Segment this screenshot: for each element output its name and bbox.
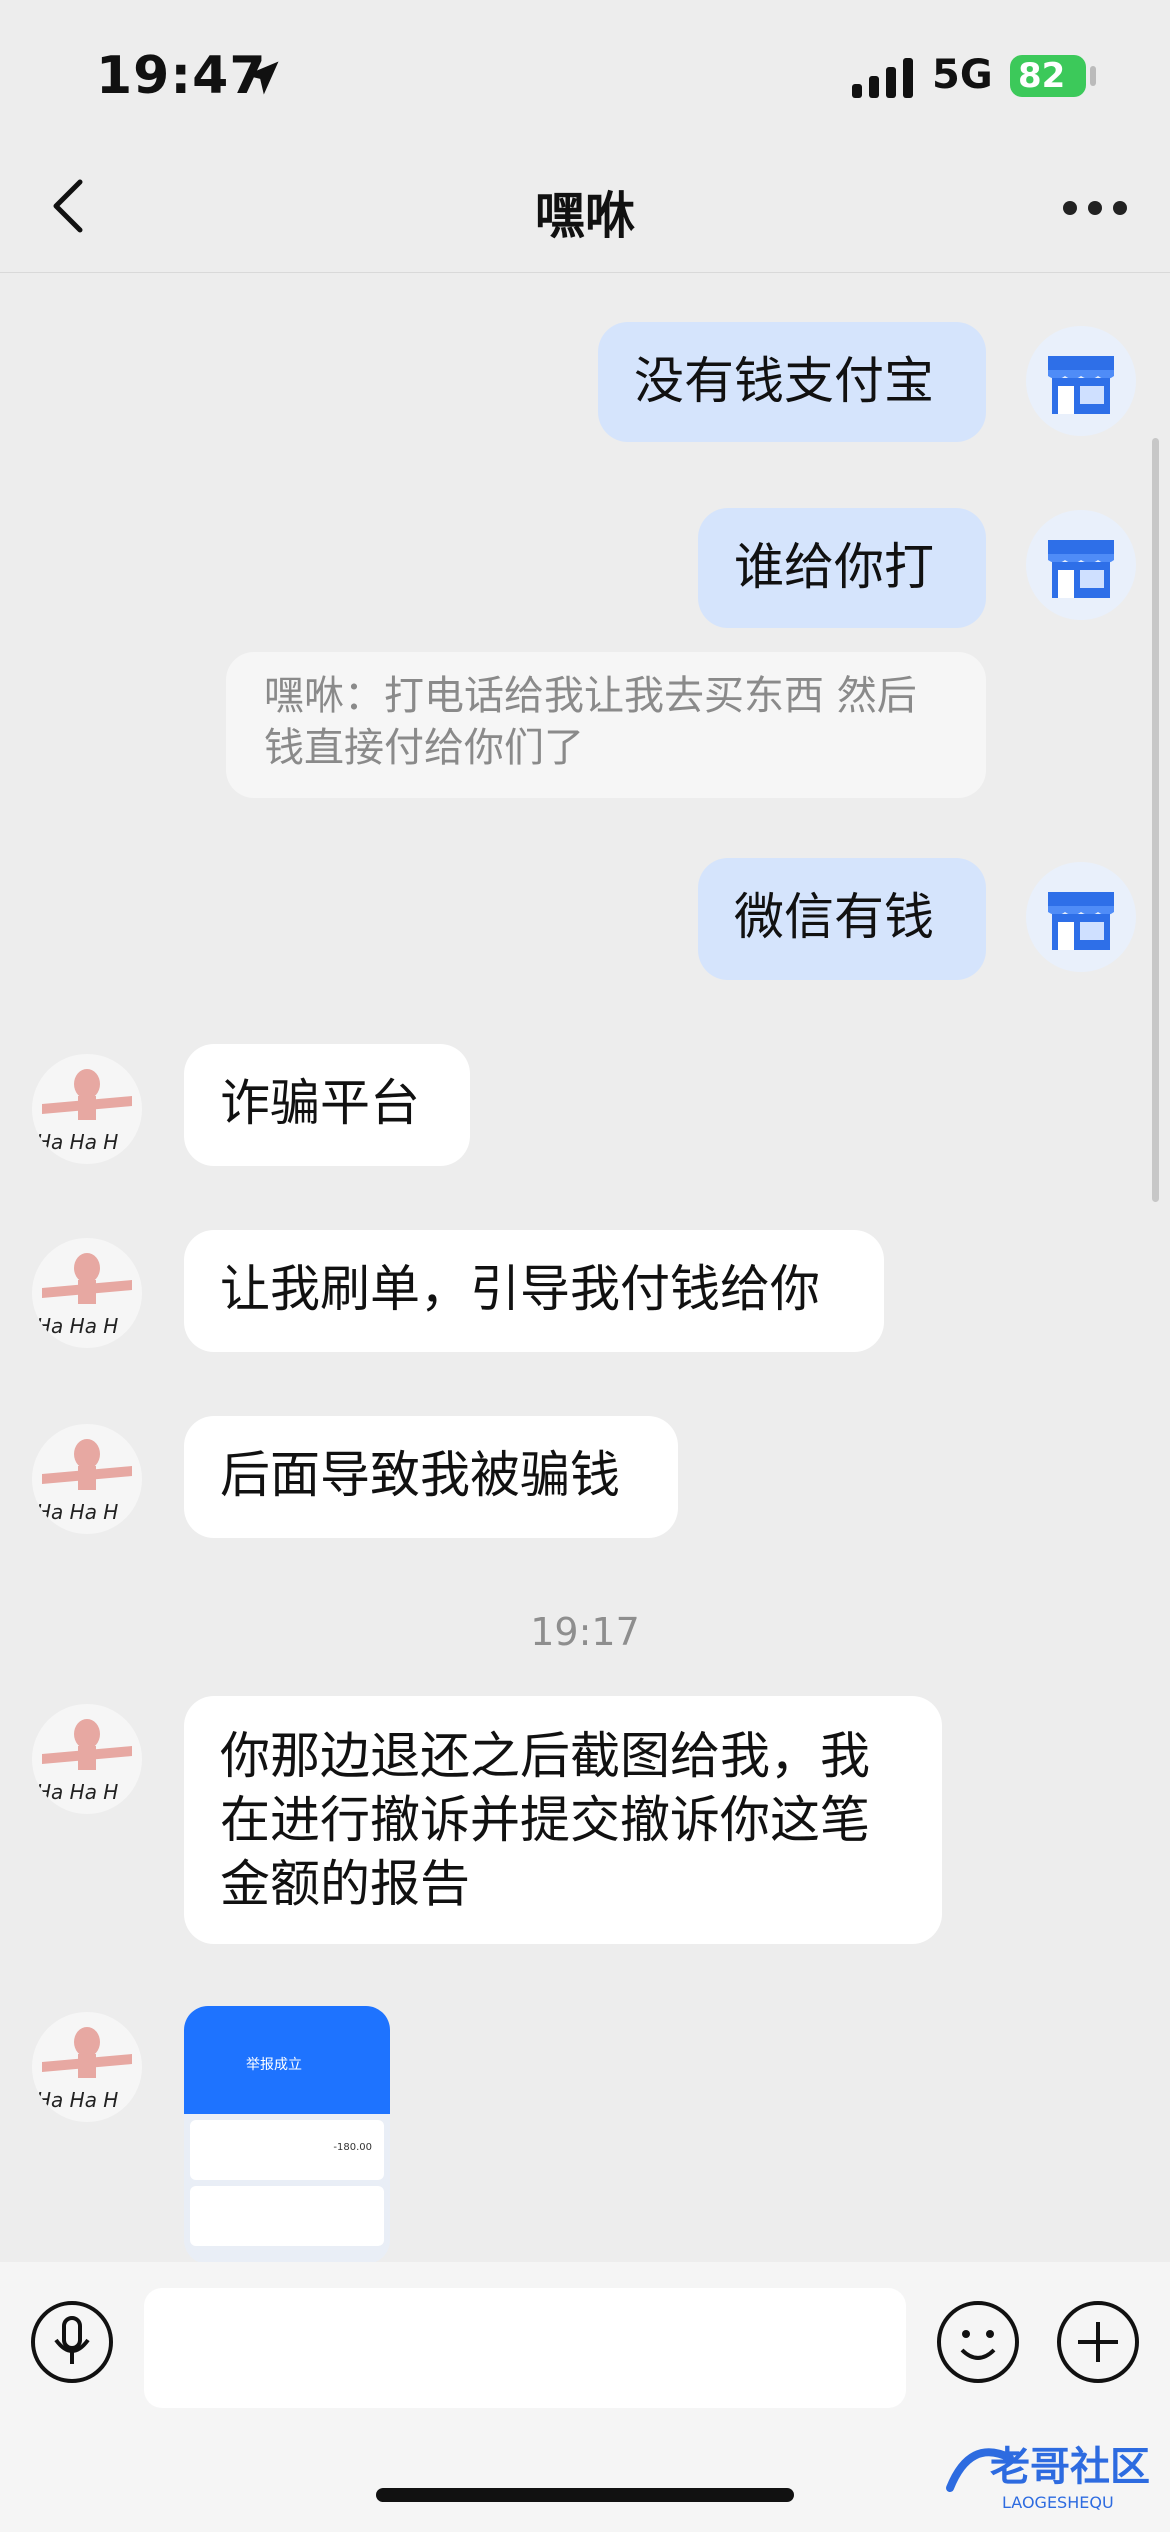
quoted-message[interactable]: 嘿咻：打电话给我让我去买东西 然后钱直接付给你们了 [226, 652, 986, 798]
watermark-logo: 老哥社区 LAOGESHEQU [946, 2444, 1150, 2512]
cartoon-avatar-icon: Ha Ha H [36, 1253, 132, 1338]
avatar-self[interactable] [1026, 326, 1136, 436]
message-bubble-sent[interactable]: 没有钱支付宝 [598, 322, 986, 442]
cartoon-avatar-icon: Ha Ha H [36, 2027, 132, 2112]
message-input[interactable] [144, 2288, 906, 2408]
thumbnail-row [190, 2186, 384, 2246]
cartoon-avatar-icon: Ha Ha H [36, 1069, 132, 1154]
home-indicator[interactable] [376, 2488, 794, 2502]
scrollbar[interactable] [1152, 438, 1159, 1202]
message-bubble-sent[interactable]: 微信有钱 [698, 858, 986, 980]
store-icon [1048, 540, 1114, 598]
image-message-thumbnail[interactable]: 举报成立 -180.00 [184, 2006, 390, 2264]
message-bubble-sent[interactable]: 谁给你打 [698, 508, 986, 628]
chat-title: 嘿咻 [535, 187, 635, 245]
microphone-icon[interactable] [30, 2300, 114, 2384]
store-icon [1048, 356, 1114, 414]
avatar-contact[interactable]: Ha Ha H [32, 1238, 142, 1348]
watermark-subtext: LAOGESHEQU [1002, 2493, 1114, 2512]
status-bar: 19:47 5G 82 [0, 0, 1170, 140]
cartoon-avatar-icon: Ha Ha H [36, 1719, 132, 1804]
thumbnail-badge: 举报成立 [246, 2057, 302, 2073]
message-bubble-received[interactable]: 诈骗平台 [184, 1044, 470, 1166]
more-dots-icon[interactable] [1060, 198, 1130, 218]
cartoon-avatar-icon: Ha Ha H [36, 1439, 132, 1524]
svg-text:Ha Ha H: Ha Ha H [36, 1500, 118, 1524]
battery-cap [1090, 66, 1096, 86]
plus-circle-icon[interactable] [1056, 2300, 1140, 2384]
message-bubble-received[interactable]: 让我刷单，引导我付钱给你 [184, 1230, 884, 1352]
svg-text:Ha Ha H: Ha Ha H [36, 2088, 118, 2112]
store-icon [1048, 892, 1114, 950]
watermark-text: 老哥社区 [990, 2444, 1150, 2490]
avatar-contact[interactable]: Ha Ha H [32, 1054, 142, 1164]
signal-bars-icon [852, 58, 913, 98]
avatar-contact[interactable]: Ha Ha H [32, 1424, 142, 1534]
message-bubble-received[interactable]: 你那边退还之后截图给我，我在进行撤诉并提交撤诉你这笔金额的报告 [184, 1696, 942, 1944]
svg-text:Ha Ha H: Ha Ha H [36, 1130, 118, 1154]
avatar-contact[interactable]: Ha Ha H [32, 1704, 142, 1814]
message-bubble-received[interactable]: 后面导致我被骗钱 [184, 1416, 678, 1538]
nav-bar: 嘿咻 [0, 140, 1170, 273]
avatar-contact[interactable]: Ha Ha H [32, 2012, 142, 2122]
message-timestamp: 19:17 [530, 1610, 640, 1654]
svg-text:Ha Ha H: Ha Ha H [36, 1314, 118, 1338]
smiley-icon[interactable] [936, 2300, 1020, 2384]
avatar-self[interactable] [1026, 510, 1136, 620]
svg-text:Ha Ha H: Ha Ha H [36, 1780, 118, 1804]
location-arrow-icon [245, 61, 279, 95]
avatar-self[interactable] [1026, 862, 1136, 972]
battery-indicator: 82 [1010, 55, 1086, 97]
battery-level: 82 [1018, 56, 1066, 96]
thumbnail-amount: -180.00 [333, 2142, 372, 2153]
network-type: 5G [932, 52, 993, 98]
